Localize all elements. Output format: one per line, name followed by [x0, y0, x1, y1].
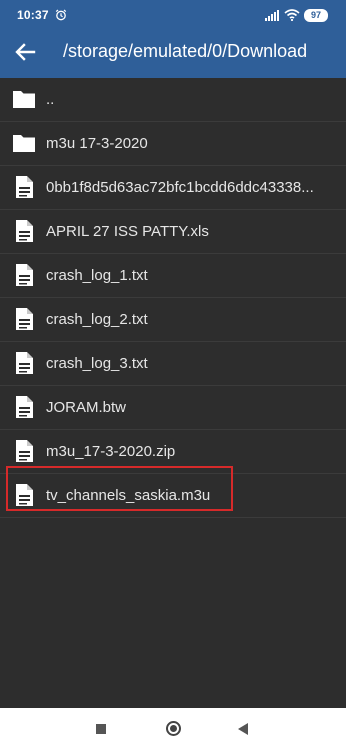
list-item-file[interactable]: 0bb1f8d5d63ac72bfc1bcdd6ddc43338... [0, 166, 346, 210]
back-arrow-button[interactable] [12, 40, 38, 64]
list-item-label: APRIL 27 ISS PATTY.xls [46, 223, 209, 240]
list-item-file-selected[interactable]: tv_channels_saskia.m3u [0, 474, 346, 518]
list-item-file[interactable]: crash_log_3.txt [0, 342, 346, 386]
status-time: 10:37 [17, 8, 49, 22]
list-item-file[interactable]: m3u_17-3-2020.zip [0, 430, 346, 474]
list-item-file[interactable]: APRIL 27 ISS PATTY.xls [0, 210, 346, 254]
list-item-parent-folder[interactable]: .. [0, 78, 346, 122]
list-item-label: crash_log_2.txt [46, 311, 148, 328]
battery-icon: 97 [304, 9, 328, 22]
file-browser-screen: 10:37 97 /storage/emulated/0/Download ..… [0, 0, 346, 750]
list-item-label: tv_channels_saskia.m3u [46, 487, 211, 504]
list-item-label: .. [46, 91, 55, 108]
home-icon[interactable] [166, 721, 181, 736]
back-icon[interactable] [238, 723, 248, 735]
list-item-label: 0bb1f8d5d63ac72bfc1bcdd6ddc43338... [46, 179, 314, 196]
list-item-folder[interactable]: m3u 17-3-2020 [0, 122, 346, 166]
list-item-label: JORAM.btw [46, 399, 127, 416]
list-item-file[interactable]: crash_log_2.txt [0, 298, 346, 342]
list-item-label: m3u 17-3-2020 [46, 135, 148, 152]
folder-icon [13, 91, 35, 108]
document-icon [16, 352, 33, 374]
document-icon [16, 396, 33, 418]
document-icon [16, 220, 33, 242]
current-path-title: /storage/emulated/0/Download [63, 41, 308, 61]
app-toolbar: 10:37 97 /storage/emulated/0/Download [0, 0, 346, 78]
document-icon [16, 264, 33, 286]
file-list: .. m3u 17-3-2020 0bb1f8d5d63ac72bfc1bcdd… [0, 78, 346, 518]
list-item-label: m3u_17-3-2020.zip [46, 443, 176, 460]
system-navigation-bar [0, 708, 346, 750]
status-bar: 10:37 97 [0, 0, 346, 32]
recent-apps-icon[interactable] [96, 724, 106, 734]
alarm-icon [55, 9, 67, 21]
document-icon [16, 484, 33, 506]
document-icon [16, 176, 33, 198]
folder-icon [13, 135, 35, 152]
list-item-label: crash_log_1.txt [46, 267, 148, 284]
signal-icon [265, 10, 279, 21]
list-item-file[interactable]: JORAM.btw [0, 386, 346, 430]
document-icon [16, 440, 33, 462]
wifi-icon [284, 9, 300, 21]
list-item-label: crash_log_3.txt [46, 355, 148, 372]
list-item-file[interactable]: crash_log_1.txt [0, 254, 346, 298]
document-icon [16, 308, 33, 330]
